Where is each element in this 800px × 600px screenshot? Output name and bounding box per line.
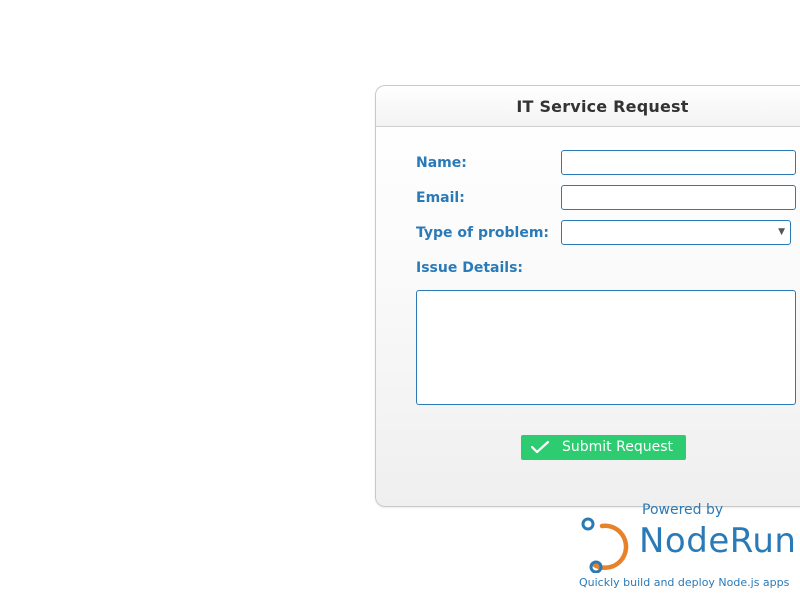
check-icon [530, 440, 550, 459]
email-label: Email: [416, 190, 465, 206]
brand-tagline: Quickly build and deploy Node.js apps [579, 576, 790, 589]
noderun-branding[interactable]: Powered by NodeRun Quickly build and dep… [575, 500, 800, 600]
noderun-brand-name: NodeRun [639, 521, 797, 561]
service-request-panel: IT Service Request Name: Email: Type of … [375, 85, 800, 507]
name-label: Name: [416, 155, 467, 171]
submit-request-button[interactable]: Submit Request [521, 435, 686, 460]
dropdown-arrow-icon: ▼ [778, 227, 785, 237]
powered-by-text: Powered by [642, 502, 724, 518]
problem-type-select[interactable]: ▼ [561, 220, 791, 245]
submit-request-label: Submit Request [562, 439, 673, 455]
noderun-logo-icon [579, 517, 631, 577]
email-input[interactable] [561, 185, 796, 210]
problem-type-label: Type of problem: [416, 225, 550, 241]
issue-details-label: Issue Details: [416, 260, 523, 276]
form-title: IT Service Request [516, 97, 689, 116]
name-input[interactable] [561, 150, 796, 175]
issue-details-textarea[interactable] [416, 290, 796, 405]
